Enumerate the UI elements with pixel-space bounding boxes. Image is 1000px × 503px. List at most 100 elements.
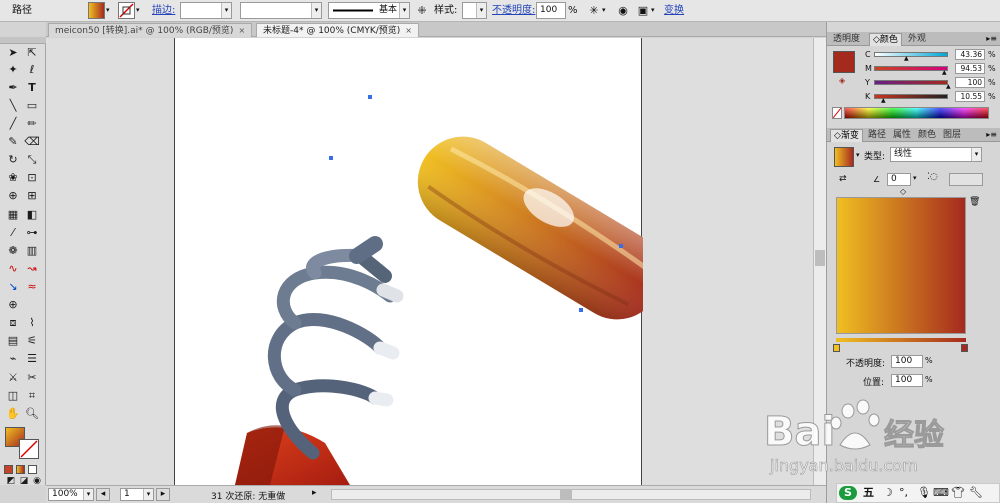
document-setup-icon[interactable]: ▣ [636,2,650,19]
k-value-input[interactable]: 10.55 [955,91,985,102]
wrench-icon[interactable]: 🔧︎ [969,486,983,500]
close-icon[interactable]: × [405,26,412,35]
k-slider-thumb[interactable]: ▲ [881,98,886,104]
type-icon[interactable]: T [23,80,41,96]
blend-icon[interactable]: ⊶ [23,225,41,241]
globe-tool-icon[interactable]: ⊕ [4,297,22,313]
canvas-area[interactable] [46,38,813,485]
y-slider-thumb[interactable]: ▲ [946,84,951,90]
chevron-down-icon[interactable]: ▾ [971,148,981,161]
envelope-icon[interactable]: ⌇ [23,315,41,331]
gradient-mode-icon[interactable] [16,465,25,474]
status-menu-icon[interactable]: ▸ [312,488,317,498]
symbol-sprayer-icon[interactable]: ❁ [4,243,22,259]
page-field[interactable]: 1 ▾ [120,488,154,501]
keyboard-icon[interactable]: ⌨ [933,486,949,500]
chevron-down-icon[interactable]: ▾ [913,174,917,182]
shape-builder-icon[interactable]: ⊕ [4,188,22,204]
artboard-icon[interactable]: ⧈ [4,315,22,331]
color-spectrum[interactable] [844,107,989,119]
y-value-input[interactable]: 100 [955,77,985,88]
hand-icon[interactable]: ✋ [4,406,22,422]
chevron-down-icon[interactable]: ▾ [476,3,486,18]
transform-link[interactable]: 变换 [664,2,684,19]
chevron-down-icon[interactable]: ▾ [143,489,153,500]
horizontal-scrollbar[interactable] [331,489,811,500]
scissors-icon[interactable]: ✂ [23,370,41,386]
fill-dropdown-icon[interactable]: ▾ [106,2,114,19]
crop-icon[interactable]: ⌗ [23,388,41,404]
pen-icon[interactable]: ✒ [4,80,22,96]
tab-attributes[interactable]: 属性 [890,129,914,142]
direct-selection-tool-icon[interactable]: ⇱ [23,45,41,61]
delete-stop-icon[interactable]: 🗑︎ [969,197,980,207]
chevron-down-icon[interactable]: ▾ [311,3,321,18]
globe-icon[interactable]: ◉ [616,2,630,19]
none-color-icon[interactable] [832,107,842,119]
anchor-point[interactable] [368,95,372,99]
recolor-icon[interactable]: ✳ [587,2,601,19]
corkscrew-spiral[interactable] [267,236,404,460]
tab-untitled-4[interactable]: 未标题-4* @ 100% (CMYK/预览) × [256,23,419,37]
tab-pathfinder[interactable]: 路径 [865,129,889,142]
c-slider-thumb[interactable]: ▲ [904,56,909,62]
anchor-icon[interactable]: ↘ [4,279,22,295]
screen-mode-icon[interactable]: ◉ [28,477,46,486]
corkscrew-handle[interactable] [401,120,663,336]
eyedropper-icon[interactable]: ⁄ [4,225,22,241]
panel-grip[interactable] [0,37,46,44]
slice-icon[interactable]: ◫ [4,388,22,404]
m-slider-track[interactable] [874,66,948,71]
gradient-icon[interactable]: ◧ [23,207,41,223]
pencil-icon[interactable]: ✏ [23,116,41,132]
current-color-swatch[interactable] [833,51,855,73]
tab-color[interactable]: ◇颜色 [869,33,902,46]
first-page-icon[interactable]: ◂ [96,488,110,501]
artboard[interactable] [174,38,663,485]
smooth-icon[interactable]: ≈ [23,279,41,295]
panel-menu-icon[interactable]: ▸≡ [986,128,997,141]
tab-color-2[interactable]: 颜色 [915,129,939,142]
punctuation-icon[interactable]: °, [899,486,908,500]
chevron-down-icon[interactable]: ▾ [856,151,860,159]
scrollbar-thumb[interactable] [560,490,572,499]
y-slider-track[interactable] [874,80,948,85]
chevron-down-icon[interactable]: ▾ [651,2,659,19]
skin-icon[interactable]: 👕︎ [951,486,965,500]
c-value-input[interactable]: 43.36 [955,49,985,60]
chevron-down-icon[interactable]: ▾ [221,3,231,18]
close-icon[interactable]: × [238,26,245,35]
microphone-icon[interactable]: 🎙︎ [917,486,931,500]
tab-transparency[interactable]: 透明度 [830,33,863,46]
width-icon[interactable]: ↝ [23,261,41,277]
scrollbar-thumb[interactable] [815,250,825,266]
style-swatch-icon[interactable]: ▾ [462,2,487,19]
next-page-icon[interactable]: ▸ [156,488,170,501]
chart-icon[interactable]: ▤ [4,333,22,349]
blob-brush-icon[interactable]: ✎ [4,134,22,150]
gradient-slider[interactable] [836,338,966,342]
warp-icon[interactable]: ❀ [4,170,22,186]
selection-tool-icon[interactable]: ➤ [4,45,22,61]
reverse-gradient-icon[interactable]: ⇄ [839,174,847,184]
opacity-input[interactable]: 100 [536,2,566,19]
free-transform-icon[interactable]: ⊡ [23,170,41,186]
m-slider-thumb[interactable]: ▲ [942,70,947,76]
stroke-dropdown-icon[interactable]: ▾ [136,2,144,19]
stop-opacity-input[interactable]: 100 [891,355,923,368]
line-icon[interactable]: ╲ [4,98,22,114]
stroke-link[interactable]: 描边: [152,2,175,19]
zoom-icon[interactable]: 🔍︎ [23,406,41,422]
ime-mode-label[interactable]: 五 [863,486,874,500]
anchor-point[interactable] [619,244,623,248]
stroke-swatch-icon[interactable] [118,2,135,19]
perspective-grid-icon[interactable]: ⊞ [23,188,41,204]
none-mode-icon[interactable] [28,465,37,474]
chevron-down-icon[interactable]: ▾ [83,489,93,500]
tab-meicon50[interactable]: meicon50 [转换].ai* @ 100% (RGB/预览) × [48,23,253,37]
knife-icon[interactable]: ⚔ [4,370,22,386]
anchor-point[interactable] [329,156,333,160]
stroke-weight-field[interactable]: ▾ [180,2,232,19]
moon-icon[interactable]: ☽ [883,486,893,500]
path-icon[interactable]: ⌁ [4,351,22,367]
